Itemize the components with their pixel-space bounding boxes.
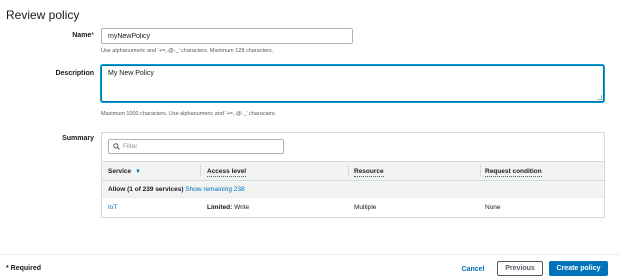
search-icon (113, 143, 120, 150)
column-divider (480, 165, 481, 176)
column-resource-label: Resource (354, 168, 384, 177)
create-policy-button[interactable]: Create policy (549, 261, 608, 276)
column-divider (200, 165, 201, 176)
previous-button[interactable]: Previous (497, 261, 543, 276)
column-divider (348, 165, 349, 176)
name-label: Name* (0, 32, 94, 39)
group-row: Allow (1 of 239 services) Show remaining… (102, 181, 604, 198)
column-header-resource[interactable]: Resource (354, 168, 384, 177)
description-wrapper: My New Policy (101, 65, 604, 102)
description-textarea[interactable]: My New Policy (101, 65, 604, 102)
page-title: Review policy (6, 8, 80, 22)
name-input[interactable] (101, 28, 353, 44)
table-header: Service ▼ Access level Resource Request … (102, 161, 604, 181)
group-label: Allow (1 of 239 services) Show remaining… (108, 186, 245, 193)
column-access-label: Access level (207, 168, 247, 177)
column-header-request-condition[interactable]: Request condition (485, 168, 542, 177)
column-condition-label: Request condition (485, 168, 542, 177)
access-level-bold: Limited: (207, 204, 233, 211)
description-hint: Maximum 1000 characters. Use alphanumeri… (101, 111, 277, 117)
filter-placeholder: Filter (123, 143, 138, 150)
group-label-text: Allow (1 of 239 services) (108, 186, 184, 193)
required-mark: * (91, 32, 94, 39)
sort-down-icon: ▼ (134, 169, 141, 175)
name-label-text: Name (72, 32, 92, 39)
summary-table: Filter Service ▼ Access level Resource R… (101, 132, 605, 218)
name-hint: Use alphanumeric and '+=,.@-_' character… (101, 48, 274, 54)
show-remaining-link[interactable]: Show remaining 238 (185, 186, 244, 193)
column-service-label: Service (108, 168, 132, 175)
cancel-button[interactable]: Cancel (455, 262, 491, 276)
resize-handle-icon[interactable] (597, 95, 602, 100)
description-label: Description (55, 70, 94, 77)
table-row: IoT Limited: Write Multiple None (102, 198, 604, 217)
column-header-access-level[interactable]: Access level (207, 168, 247, 177)
access-level-cell: Limited: Write (207, 204, 249, 211)
request-condition-cell: None (485, 204, 501, 211)
filter-input[interactable]: Filter (108, 139, 284, 154)
footer-divider (0, 254, 619, 255)
summary-label: Summary (62, 135, 94, 142)
access-level-rest: Write (232, 204, 250, 211)
resource-cell: Multiple (354, 204, 377, 211)
required-note: * Required (6, 265, 42, 272)
column-header-service[interactable]: Service ▼ (108, 168, 141, 175)
service-link[interactable]: IoT (108, 204, 117, 211)
